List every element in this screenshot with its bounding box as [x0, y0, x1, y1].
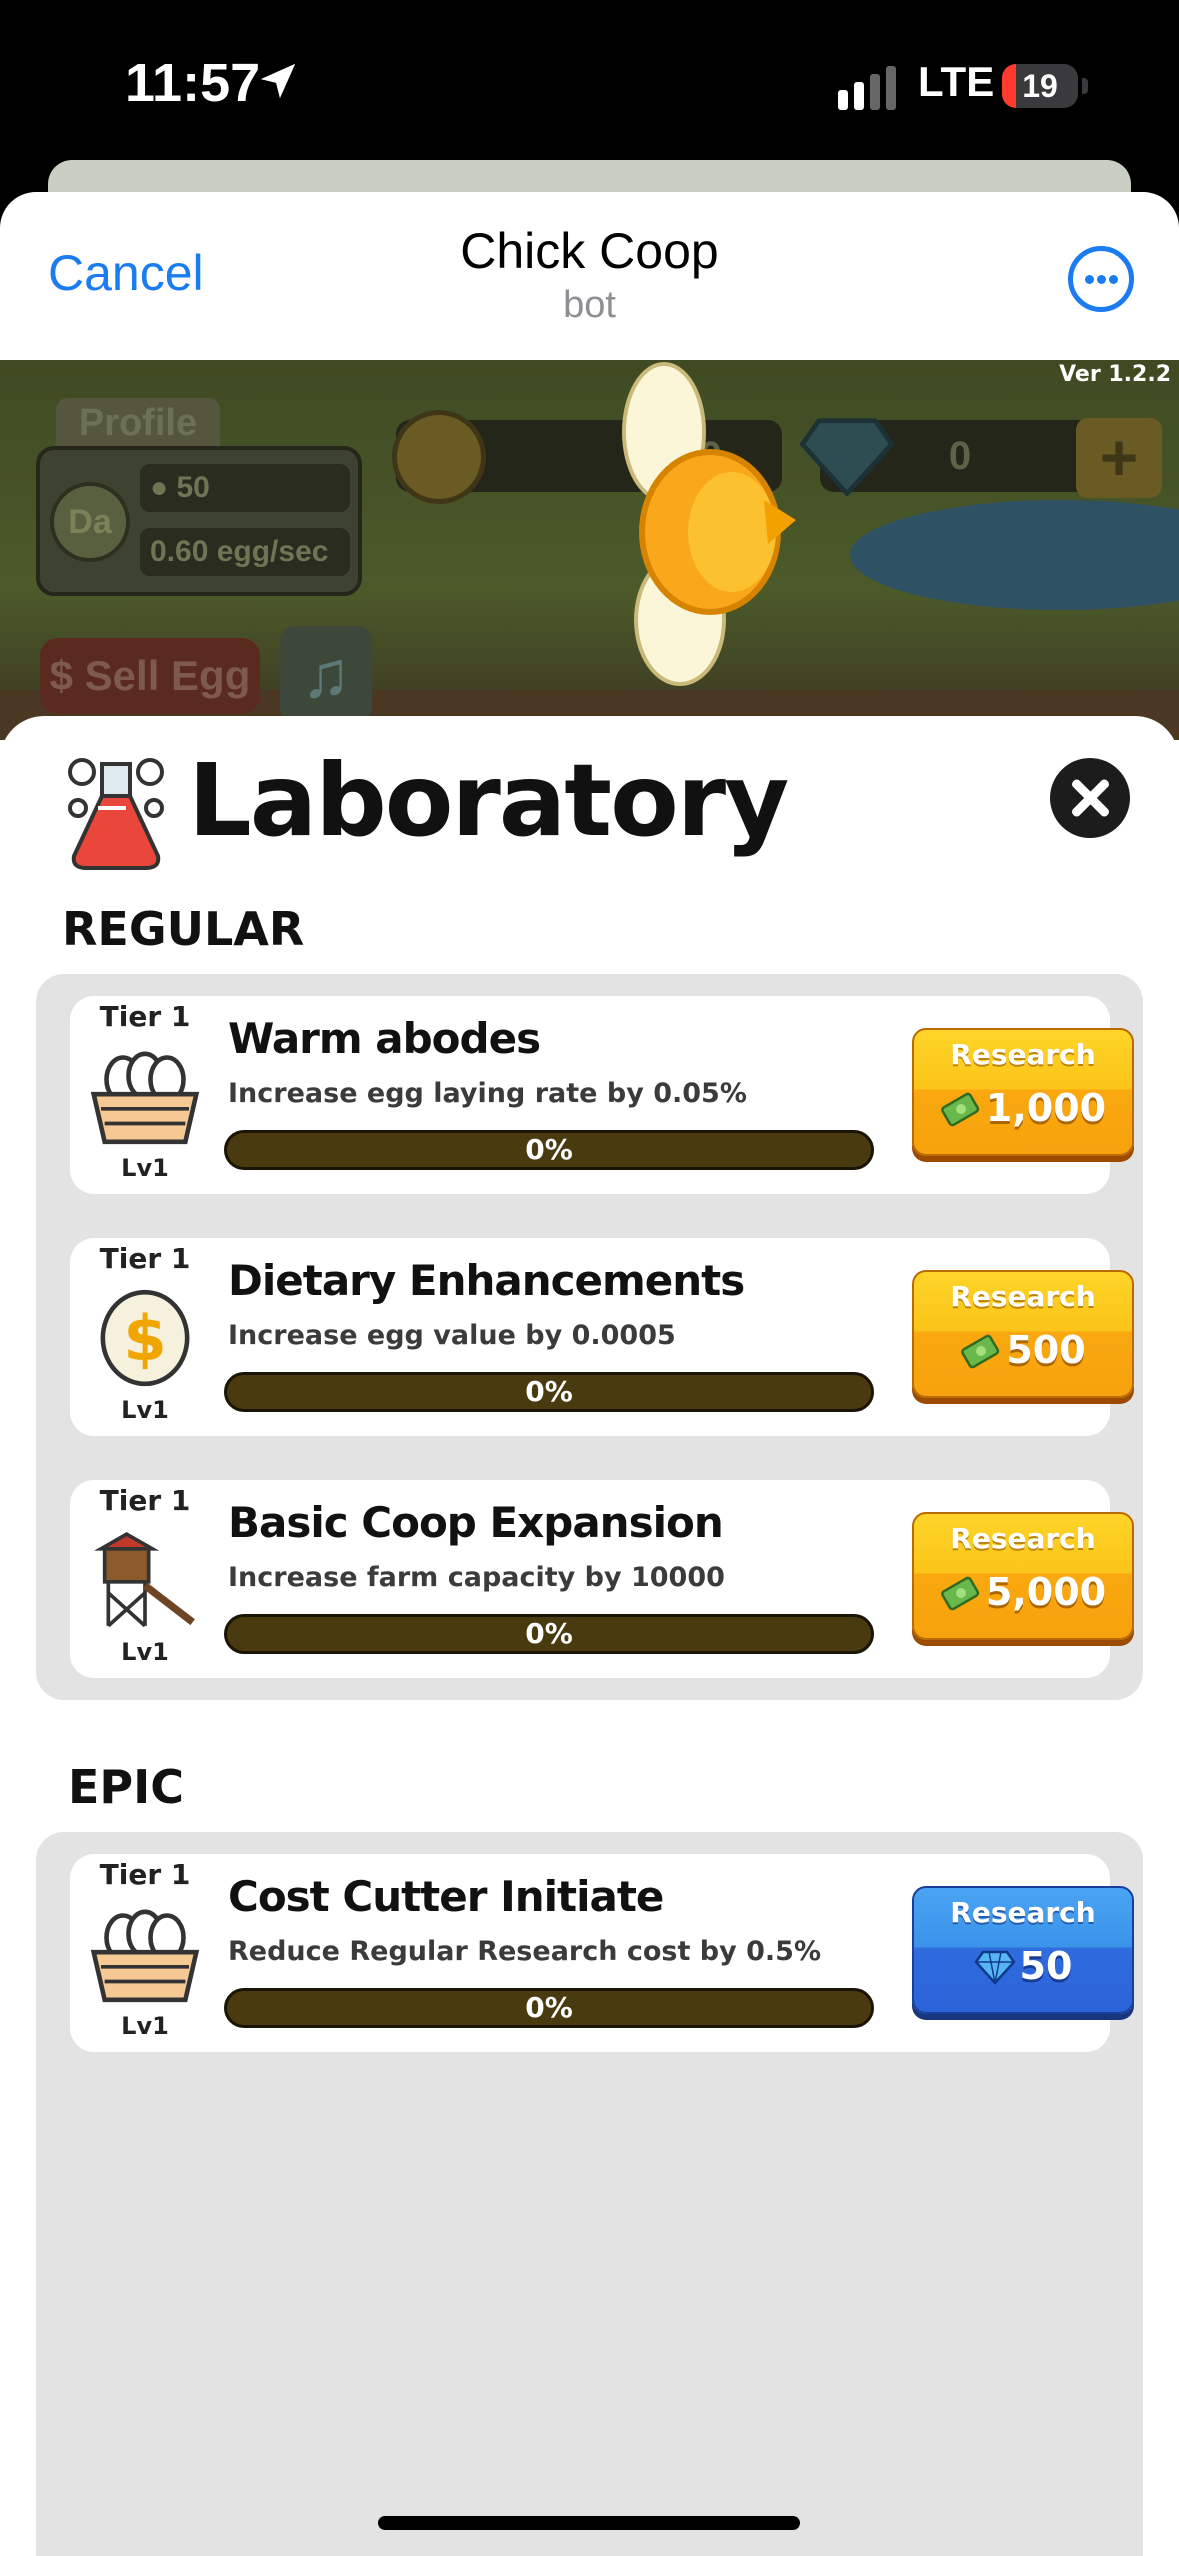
battery-icon: 19	[1002, 64, 1078, 108]
tier-label: Tier 1	[99, 1484, 191, 1517]
bot-title: Chick Coop	[460, 223, 719, 279]
research-card: Tier 1 $ Lv1 Dietary Enhancements Increa…	[70, 1238, 1134, 1436]
research-card: Tier 1 Lv1 Cost Cutter Initiate Reduce R…	[70, 1854, 1134, 2052]
dot	[1109, 275, 1118, 284]
research-description: Reduce Regular Research cost by 0.5%	[228, 1936, 821, 1967]
laboratory-title: Laboratory	[188, 742, 789, 859]
research-cost-value: 5,000	[985, 1570, 1107, 1614]
svg-text:$: $	[123, 1302, 166, 1375]
status-bar: 11:57 LTE 19	[0, 0, 1179, 160]
research-cost-value: 500	[1006, 1328, 1086, 1372]
research-name: Cost Cutter Initiate	[228, 1872, 664, 1921]
progress-bar: 0%	[224, 1130, 874, 1170]
research-cost: 500	[914, 1328, 1132, 1372]
gem-icon	[973, 1950, 1016, 1985]
dot	[1097, 275, 1106, 284]
section-title-epic: EPIC	[68, 1760, 185, 1814]
research-button[interactable]: Research 500	[912, 1270, 1134, 1398]
add-gems-button[interactable]: +	[1076, 418, 1162, 498]
progress-bar: 0%	[224, 1614, 874, 1654]
research-name: Dietary Enhancements	[228, 1256, 745, 1305]
regular-research-list: Tier 1 Lv1 Warm abodes Increase egg layi…	[36, 974, 1143, 1700]
level-label: Lv1	[121, 1396, 169, 1424]
tier-label: Tier 1	[99, 1242, 191, 1275]
research-button[interactable]: Research 5,000	[912, 1512, 1134, 1640]
golden-bird-icon	[622, 362, 796, 686]
network-type: LTE	[918, 58, 995, 105]
game-backdrop: Ver 1.2.2 Profile Da ● 50 0.60 egg/sec 5…	[0, 360, 1179, 740]
sell-egg-button[interactable]: $ Sell Egg	[40, 638, 260, 714]
progress-label: 0%	[525, 1133, 573, 1166]
section-title-regular: REGULAR	[62, 902, 305, 956]
research-button[interactable]: Research 50	[912, 1886, 1134, 2014]
egg-rate: 0.60 egg/sec	[140, 528, 350, 576]
dot	[1085, 275, 1094, 284]
research-name: Basic Coop Expansion	[228, 1498, 724, 1547]
research-cost-value: 1,000	[985, 1086, 1107, 1130]
research-card: Tier 1 Lv1 Basic Coop Expansion Increase…	[70, 1480, 1134, 1678]
battery-tip	[1082, 78, 1088, 94]
tier-label: Tier 1	[99, 1000, 191, 1033]
research-description: Increase egg value by 0.0005	[228, 1320, 676, 1351]
research-button-label: Research	[950, 1522, 1096, 1555]
progress-bar: 0%	[224, 1988, 874, 2028]
progress-label: 0%	[525, 1991, 573, 2024]
egg-basket-icon	[90, 1051, 200, 1145]
music-icon[interactable]: ♫	[280, 626, 372, 722]
research-cost: 50	[914, 1944, 1132, 1988]
progress-bar: 0%	[224, 1372, 874, 1412]
research-name: Warm abodes	[228, 1014, 541, 1063]
research-cost: 5,000	[914, 1570, 1132, 1614]
ellipsis-circle-icon[interactable]	[1068, 246, 1134, 312]
home-indicator[interactable]	[378, 2516, 800, 2530]
level-label: Lv1	[121, 1154, 169, 1182]
level-label: Lv1	[121, 1638, 169, 1666]
research-description: Increase egg laying rate by 0.05%	[228, 1078, 747, 1109]
battery-percent: 19	[1022, 68, 1058, 104]
version-label: Ver 1.2.2	[1059, 362, 1171, 387]
egg-count: ● 50	[140, 464, 350, 512]
profile-panel: Da ● 50 0.60 egg/sec	[36, 446, 362, 596]
progress-label: 0%	[525, 1375, 573, 1408]
research-card: Tier 1 Lv1 Warm abodes Increase egg layi…	[70, 996, 1134, 1194]
cash-icon	[961, 1334, 1000, 1369]
research-cost-value: 50	[1019, 1944, 1073, 1988]
research-button[interactable]: Research 1,000	[912, 1028, 1134, 1156]
status-time: 11:57	[125, 53, 261, 113]
laboratory-panel: Laboratory REGULAR Tier 1 Lv1 Warm abode…	[0, 716, 1179, 2556]
research-cost: 1,000	[914, 1086, 1132, 1130]
location-arrow-icon	[260, 63, 296, 99]
cash-icon	[941, 1576, 980, 1611]
tier-label: Tier 1	[99, 1858, 191, 1891]
research-button-label: Research	[950, 1038, 1096, 1071]
bot-subtitle: bot	[563, 284, 616, 326]
progress-label: 0%	[525, 1617, 573, 1650]
avatar[interactable]: Da	[50, 482, 130, 562]
level-label: Lv1	[121, 2012, 169, 2040]
egg-count-value: 50	[176, 471, 210, 504]
close-icon[interactable]	[1050, 758, 1130, 838]
gold-coin-icon: $	[100, 1289, 190, 1387]
cash-icon	[941, 1092, 980, 1127]
research-button-label: Research	[950, 1896, 1096, 1929]
cash-icon	[392, 410, 486, 504]
profile-tab[interactable]: Profile	[56, 398, 220, 448]
lake	[850, 500, 1179, 610]
epic-research-list: Tier 1 Lv1 Cost Cutter Initiate Reduce R…	[36, 1832, 1143, 2556]
flask-icon	[68, 758, 164, 870]
research-description: Increase farm capacity by 10000	[228, 1562, 725, 1593]
egg-basket-icon	[90, 1909, 200, 2003]
cellular-signal-icon	[838, 66, 896, 110]
gem-icon	[800, 418, 894, 496]
coop-tower-icon	[94, 1532, 195, 1628]
research-button-label: Research	[950, 1280, 1096, 1313]
